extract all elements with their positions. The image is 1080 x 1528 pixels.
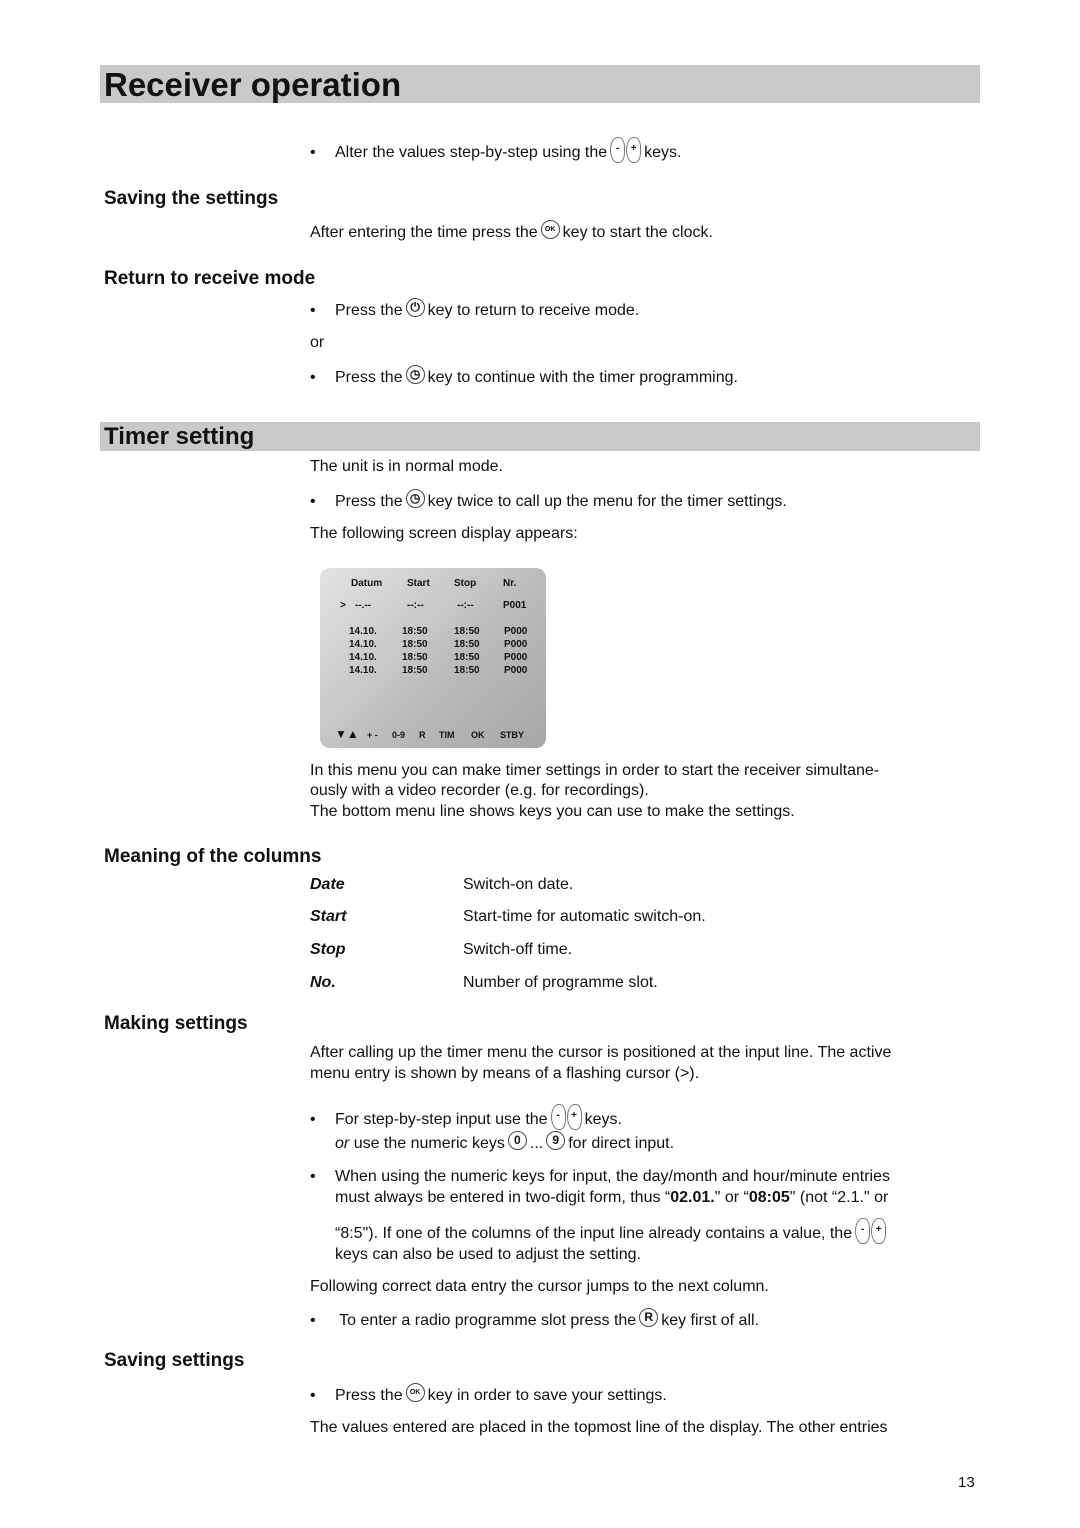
- column-header: Start: [407, 578, 430, 589]
- bullet-continuation: “8:5"). If one of the columns of the inp…: [335, 1218, 889, 1247]
- heading-meaning-of-columns: Meaning of the columns: [104, 846, 322, 867]
- paragraph: menu entry is shown by means of a flashi…: [310, 1065, 700, 1082]
- paragraph: The unit is in normal mode.: [310, 458, 503, 475]
- section-title-bar: Timer setting: [100, 422, 980, 451]
- heading-saving-the-settings: Saving the settings: [104, 188, 279, 209]
- page-number: 13: [958, 1474, 975, 1491]
- timer-screen-display: Datum Start Stop Nr. > --.-- --:-- --:--…: [320, 568, 546, 748]
- term: Stop: [310, 941, 346, 958]
- ok-key-icon: OK: [405, 1383, 425, 1403]
- paragraph: After entering the time press the OK key t…: [310, 220, 713, 243]
- nine-key-icon: 9: [546, 1131, 566, 1151]
- paragraph: Following correct data entry the cursor …: [310, 1278, 769, 1295]
- column-header: Nr.: [503, 578, 517, 589]
- power-key-icon: ⏻: [405, 298, 425, 318]
- bullet-item: • To enter a radio programme slot press …: [310, 1308, 759, 1329]
- input-cell: --:--: [457, 600, 474, 611]
- term: Start: [310, 908, 347, 925]
- r-key-icon: R: [639, 1308, 659, 1328]
- heading-return-to-receive-mode: Return to receive mode: [104, 268, 316, 289]
- or-text: or: [310, 334, 325, 351]
- timer-key-icon: ◷: [405, 365, 425, 385]
- input-cell: P001: [503, 600, 527, 611]
- bullet-item: • Press the ◷ key twice to call up the menu…: [310, 489, 787, 510]
- definition: Switch-on date.: [463, 876, 574, 893]
- definition: Switch-off time.: [463, 941, 573, 958]
- minus-plus-keys-icon: - +: [610, 137, 642, 163]
- minus-plus-keys-icon: - +: [550, 1104, 582, 1130]
- definition: Start-time for automatic switch-on.: [463, 908, 706, 925]
- manual-page: Receiver operation • Alter the values ste…: [0, 0, 1080, 1528]
- bullet-item: • Press the OK key in order to save your se…: [310, 1383, 667, 1406]
- column-header: Datum: [351, 578, 383, 589]
- column-header: Stop: [454, 578, 477, 589]
- cursor: >: [340, 600, 346, 611]
- heading-making-settings: Making settings: [104, 1013, 248, 1034]
- heading-saving-settings: Saving settings: [104, 1350, 245, 1371]
- bullet-item: • When using the numeric keys for input, …: [310, 1168, 890, 1185]
- paragraph: After calling up the timer menu the curs…: [310, 1044, 892, 1061]
- minus-plus-keys-icon: - +: [855, 1218, 887, 1244]
- bullet-continuation: keys can also be used to adjust the sett…: [335, 1246, 641, 1263]
- input-cell: --.--: [355, 600, 372, 611]
- paragraph: In this menu you can make timer settings…: [310, 762, 880, 779]
- ok-key-icon: OK: [540, 220, 560, 240]
- bullet-continuation: must always be entered in two-digit form…: [335, 1189, 889, 1206]
- definition: Number of programme slot.: [463, 974, 658, 991]
- zero-key-icon: 0: [507, 1131, 527, 1151]
- arrows-icon: ▼▲: [335, 727, 359, 741]
- page-title: Receiver operation: [104, 66, 402, 103]
- term: No.: [310, 974, 336, 991]
- bullet-item: • Press the ◷ key to continue with the time…: [310, 365, 738, 386]
- paragraph: The following screen display appears:: [310, 525, 578, 542]
- intro-bullet: • Alter the values step-by-step using the…: [310, 137, 682, 166]
- term: Date: [310, 876, 345, 893]
- timer-key-icon: ◷: [405, 489, 425, 509]
- bullet-item: • Press the ⏻ key to return to receive mode…: [310, 298, 640, 319]
- section-title-timer-setting: Timer setting: [104, 423, 255, 450]
- bullet-continuation: or use the numeric keys 0... 9 for direct i…: [335, 1131, 675, 1152]
- paragraph: ously with a video recorder (e.g. for re…: [310, 782, 649, 799]
- paragraph: The values entered are placed in the top…: [310, 1419, 888, 1436]
- bullet-item: • For step-by-step input use the - + keys.: [310, 1104, 622, 1133]
- input-cell: --:--: [407, 600, 424, 611]
- section-title-bar: Receiver operation: [100, 65, 980, 103]
- paragraph: The bottom menu line shows keys you can …: [310, 803, 795, 820]
